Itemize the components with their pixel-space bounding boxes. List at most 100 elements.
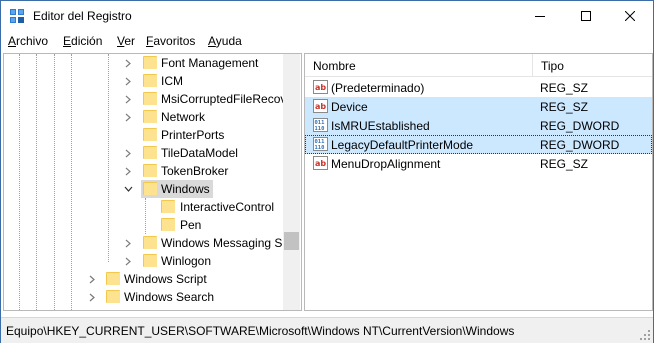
- tree-item-network[interactable]: Network: [4, 108, 283, 126]
- chevron-down-icon[interactable]: [123, 180, 133, 198]
- column-header-nombre[interactable]: Nombre: [305, 54, 533, 77]
- menu-archivo[interactable]: Archivo: [8, 34, 48, 48]
- menu-edicion[interactable]: Edición: [63, 34, 102, 48]
- tree-item-windows-search[interactable]: Windows Search: [4, 288, 283, 306]
- chevron-right-icon[interactable]: [123, 108, 133, 126]
- maximize-icon: [581, 11, 591, 21]
- tree-item-label: TokenBroker: [161, 164, 229, 178]
- chevron-right-icon[interactable]: [123, 90, 133, 108]
- tree-item-label: Windows Search: [124, 290, 215, 304]
- tree-item-label: Windows: [161, 182, 210, 196]
- folder-icon: [143, 254, 157, 267]
- value-name: Device: [331, 100, 368, 114]
- tree-item-msicorruptedfilerecov[interactable]: MsiCorruptedFileRecov: [4, 90, 287, 108]
- folder-icon: [143, 236, 157, 249]
- title-bar[interactable]: Editor del Registro: [1, 1, 653, 31]
- minimize-button[interactable]: [517, 1, 563, 31]
- menu-bar: Archivo Edición Ver Favoritos Ayuda: [1, 31, 653, 51]
- value-name: LegacyDefaultPrinterMode: [331, 138, 474, 152]
- svg-text:110: 110: [315, 126, 325, 132]
- registry-editor-app-icon: [10, 9, 24, 23]
- window-title: Editor del Registro: [33, 9, 132, 23]
- value-type: REG_SZ: [540, 157, 589, 171]
- value-row-device[interactable]: ab Device REG_SZ: [305, 97, 652, 116]
- tree-item-interactivecontrol[interactable]: InteractiveControl: [4, 198, 283, 216]
- tree-item-label: Pen: [180, 218, 202, 232]
- folder-icon: [143, 128, 157, 141]
- tree-item-icm[interactable]: ICM: [4, 72, 283, 90]
- tree-item-label: MsiCorruptedFileRecov: [161, 92, 287, 106]
- folder-icon: [106, 290, 120, 303]
- folder-icon: [143, 74, 157, 87]
- scrollbar-thumb[interactable]: [284, 232, 299, 250]
- chevron-right-icon[interactable]: [123, 252, 133, 270]
- folder-icon: [161, 200, 175, 213]
- registry-editor-window: Editor del Registro Archivo Edición Ver …: [0, 0, 654, 343]
- value-row-legacydefaultprintermode[interactable]: 011 110 LegacyDefaultPrinterMode REG_DWO…: [305, 135, 652, 154]
- tree-item-windows-messaging-subsystem[interactable]: Windows Messaging Su: [4, 234, 289, 252]
- registry-key-tree[interactable]: Font Management ICM MsiCorruptedFileReco…: [3, 53, 302, 311]
- tree-item-label: Font Management: [161, 56, 259, 70]
- value-type: REG_SZ: [540, 81, 589, 95]
- tree-item-printerports[interactable]: PrinterPorts: [4, 126, 283, 144]
- folder-open-icon: [143, 182, 157, 195]
- folder-icon: [143, 164, 157, 177]
- string-value-icon: ab: [313, 99, 328, 113]
- tree-item-pen[interactable]: Pen: [4, 216, 283, 234]
- binary-value-icon: 011 110: [313, 118, 328, 132]
- chevron-right-icon[interactable]: [123, 54, 133, 72]
- value-row-predeterminado[interactable]: ab (Predeterminado) REG_SZ: [305, 78, 652, 97]
- column-header-label: Nombre: [313, 59, 356, 73]
- menu-favoritos[interactable]: Favoritos: [146, 34, 195, 48]
- value-row-menudropalignment[interactable]: ab MenuDropAlignment REG_SZ: [305, 154, 652, 173]
- folder-icon: [143, 92, 157, 105]
- registry-values-list[interactable]: Nombre Tipo ab (Predeterminado) REG_SZ a…: [304, 53, 653, 311]
- svg-text:ab: ab: [315, 102, 326, 111]
- close-button[interactable]: [607, 1, 653, 31]
- folder-icon: [143, 146, 157, 159]
- maximize-button[interactable]: [563, 1, 609, 31]
- tree-item-label: ICM: [161, 74, 183, 88]
- tree-item-label: Windows Script: [124, 272, 207, 286]
- value-name: IsMRUEstablished: [331, 119, 430, 133]
- tree-item-label: PrinterPorts: [161, 128, 225, 142]
- minimize-icon: [535, 16, 545, 17]
- value-type: REG_DWORD: [540, 119, 620, 133]
- value-type: REG_SZ: [540, 100, 589, 114]
- tree-item-tokenbroker[interactable]: TokenBroker: [4, 162, 283, 180]
- binary-value-icon: 011 110: [313, 137, 328, 151]
- current-key-path: Equipo\HKEY_CURRENT_USER\SOFTWARE\Micros…: [6, 324, 515, 338]
- chevron-right-icon[interactable]: [123, 162, 133, 180]
- tree-item-label: InteractiveControl: [180, 200, 275, 214]
- tree-vertical-scrollbar[interactable]: [283, 54, 300, 310]
- chevron-right-icon[interactable]: [87, 288, 97, 306]
- value-name: MenuDropAlignment: [331, 157, 441, 171]
- folder-icon: [161, 218, 175, 231]
- folder-icon: [143, 110, 157, 123]
- status-bar: Equipo\HKEY_CURRENT_USER\SOFTWARE\Micros…: [1, 317, 653, 343]
- column-header-label: Tipo: [541, 59, 564, 73]
- tree-item-font-management[interactable]: Font Management: [4, 54, 283, 72]
- chevron-right-icon[interactable]: [123, 72, 133, 90]
- tree-item-winlogon[interactable]: Winlogon: [4, 252, 283, 270]
- resize-grip-icon[interactable]: [639, 329, 651, 341]
- value-row-ismruestablished[interactable]: 011 110 IsMRUEstablished REG_DWORD: [305, 116, 652, 135]
- chevron-right-icon[interactable]: [123, 234, 133, 252]
- menu-ver[interactable]: Ver: [117, 34, 135, 48]
- tree-item-label: Winlogon: [161, 254, 212, 268]
- value-type: REG_DWORD: [540, 138, 620, 152]
- menu-ayuda[interactable]: Ayuda: [208, 34, 242, 48]
- column-header-tipo[interactable]: Tipo: [533, 54, 652, 77]
- tree-item-tiledatamodel[interactable]: TileDataModel: [4, 144, 283, 162]
- string-value-icon: ab: [313, 80, 328, 94]
- svg-text:110: 110: [315, 145, 325, 151]
- tree-item-windows-script[interactable]: Windows Script: [4, 270, 283, 288]
- chevron-right-icon[interactable]: [87, 270, 97, 288]
- tree-item-label: TileDataModel: [161, 146, 238, 160]
- tree-item-windows[interactable]: Windows: [4, 180, 283, 198]
- svg-text:ab: ab: [315, 159, 326, 168]
- chevron-right-icon[interactable]: [123, 144, 133, 162]
- close-icon: [625, 11, 635, 21]
- tree-item-label: Windows Messaging Su: [161, 236, 290, 250]
- folder-icon: [143, 56, 157, 69]
